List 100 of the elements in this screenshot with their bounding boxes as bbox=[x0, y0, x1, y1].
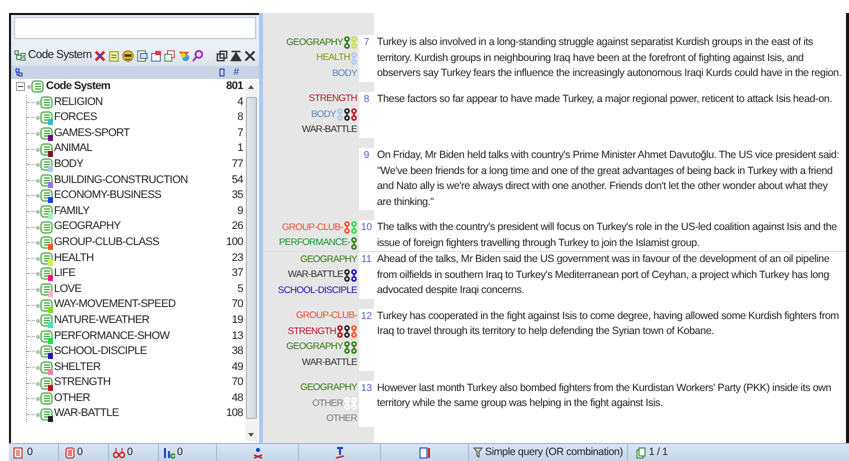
coding-marker[interactable] bbox=[344, 268, 350, 282]
filter-icon[interactable] bbox=[334, 446, 346, 458]
tree-item[interactable]: LOVE 5 bbox=[27, 282, 259, 298]
document-icon[interactable] bbox=[136, 50, 148, 62]
scrollbar[interactable] bbox=[245, 81, 258, 441]
panel-title: Code System bbox=[28, 48, 92, 64]
tree-item[interactable]: FAMILY 9 bbox=[27, 204, 259, 220]
coding-marker[interactable] bbox=[351, 340, 357, 354]
code-icon bbox=[35, 266, 53, 282]
code-label[interactable]: STRENGTH bbox=[308, 92, 357, 106]
code-icon[interactable] bbox=[63, 446, 75, 458]
coding-marker[interactable] bbox=[344, 397, 350, 410]
code-icon bbox=[35, 126, 53, 142]
tree-item[interactable]: HEALTH 23 bbox=[27, 250, 259, 266]
sort-icon[interactable] bbox=[15, 68, 23, 77]
note-icon[interactable] bbox=[108, 50, 120, 62]
tree-item[interactable]: ECONOMY-BUSINESS 35 bbox=[27, 188, 259, 204]
code-label[interactable]: WAR-BATTLE bbox=[288, 268, 343, 282]
code-icon bbox=[35, 220, 53, 235]
tree-item[interactable]: GEOGRAPHY 26 bbox=[27, 219, 259, 235]
coding-marker[interactable] bbox=[344, 36, 350, 50]
tree-item[interactable]: LIFE 37 bbox=[27, 266, 259, 282]
code-label[interactable]: STRENGTH bbox=[288, 324, 336, 339]
tree-item[interactable]: SHELTER 49 bbox=[27, 360, 259, 376]
undock-icon[interactable] bbox=[216, 50, 228, 62]
stack-icon[interactable] bbox=[164, 50, 176, 62]
pages-icon bbox=[636, 446, 646, 458]
tree-item[interactable]: GROUP-CLUB-CLASS 100 bbox=[27, 234, 259, 251]
paragraph-number: 10 bbox=[359, 220, 374, 251]
document-icon[interactable] bbox=[13, 446, 25, 458]
code-label[interactable]: GEOGRAPHY bbox=[300, 381, 357, 396]
coding-marker[interactable] bbox=[337, 325, 343, 338]
coding-marker[interactable] bbox=[351, 221, 357, 234]
coding-marker[interactable] bbox=[351, 397, 357, 410]
code-icon bbox=[35, 282, 53, 298]
paragraph-number: 7 bbox=[359, 35, 374, 82]
code-icon bbox=[26, 79, 44, 94]
tree-item[interactable]: GAMES-SPORT 7 bbox=[27, 126, 259, 142]
tree-item[interactable]: NATURE-WEATHER 19 bbox=[27, 312, 259, 328]
tree-item[interactable]: BUILDING-CONSTRUCTION 54 bbox=[27, 172, 259, 188]
coding-icon[interactable] bbox=[113, 446, 125, 458]
paragraph-text: Turkey has cooperated in the fight against Isis to come degree, having allowed some Kurdish fighters from Iraq to travel through its territory to help defending the Syrian town of Kobane. bbox=[376, 308, 840, 339]
paragraph-text: However last month Turkey also bombed fighters from the Kurdistan Workers' Party (PKK) inside its own territory while the same group was helping in the fight against Isis. bbox=[376, 380, 832, 411]
code-icon bbox=[35, 250, 53, 266]
search-field[interactable] bbox=[14, 17, 256, 39]
collapse-icon[interactable] bbox=[16, 82, 25, 92]
tree-item[interactable]: BODY 77 bbox=[27, 156, 259, 173]
coding-marker[interactable] bbox=[351, 52, 357, 65]
paragraph-text: Ahead of the talks, Mr Biden said the US government was in favour of the development of an oil pipeline from oilfields in southern Iraq to Turkey's Mediterranean port of Ceyhan, a project which Turkey has long advocated despite Iraqi concerns. bbox=[376, 252, 830, 298]
person-icon[interactable] bbox=[252, 446, 264, 458]
coding-marker[interactable] bbox=[344, 221, 350, 234]
cross-icon[interactable] bbox=[94, 50, 106, 62]
coding-marker[interactable] bbox=[351, 108, 357, 122]
column-icon bbox=[219, 68, 226, 77]
funnel-icon bbox=[473, 447, 483, 458]
code-icon bbox=[35, 376, 53, 391]
collapse-panel-icon[interactable] bbox=[230, 50, 242, 62]
tree-item[interactable]: OTHER 48 bbox=[27, 390, 259, 406]
window-icon[interactable] bbox=[150, 50, 162, 62]
code-icon bbox=[35, 157, 53, 172]
coding-marker[interactable] bbox=[351, 236, 357, 250]
smiley-icon[interactable] bbox=[122, 50, 134, 62]
paragraph-number: 13 bbox=[359, 380, 374, 427]
coding-marker[interactable] bbox=[344, 340, 350, 354]
code-label[interactable]: SCHOOL-DISCIPLE bbox=[278, 284, 357, 298]
code-icon bbox=[35, 313, 53, 328]
paragraph-text: The talks with the country's president will focus on Turkey's role in the US-led coalition against Isis and the issue of foreign fighters travelling through Turkey to join the Islamist group. bbox=[376, 220, 838, 250]
paragraph-text: Turkey is also involved in a long-standing struggle against separatist Kurdish groups in the east of its territory. Kurdish groups in neighbouring Iraq have been at the forefront of fighting against Isis, and observers say Turkey fears the influence the increasingly autonomous Iraqi Kurds could have in the region. bbox=[376, 35, 842, 81]
tree-item[interactable]: FORCES 8 bbox=[27, 110, 259, 126]
query-text: Simple query (OR combination) bbox=[485, 444, 623, 460]
tree-item[interactable]: SCHOOL-DISCIPLE 38 bbox=[27, 344, 259, 360]
tree-item[interactable]: PERFORMANCE-SHOW 13 bbox=[27, 328, 259, 344]
column-title: # bbox=[233, 66, 239, 80]
tree-item[interactable]: RELIGION 4 bbox=[27, 94, 259, 110]
search-icon[interactable] bbox=[192, 50, 204, 62]
tree-item[interactable]: Code System 801 bbox=[11, 79, 259, 95]
count-text: 0 bbox=[177, 444, 183, 460]
code-icon bbox=[35, 204, 53, 220]
coding-marker[interactable] bbox=[351, 268, 357, 282]
code-label[interactable]: GEOGRAPHY bbox=[300, 252, 357, 267]
tree-icon bbox=[14, 50, 26, 62]
coding-marker[interactable] bbox=[344, 108, 350, 122]
coding-marker[interactable] bbox=[351, 36, 357, 50]
tree-item[interactable]: ANIMAL 1 bbox=[27, 141, 259, 157]
close-icon[interactable] bbox=[244, 50, 256, 62]
code-icon bbox=[35, 235, 53, 250]
coding-marker[interactable] bbox=[351, 325, 357, 338]
code-label[interactable]: GEOGRAPHY bbox=[286, 36, 343, 50]
coding-marker[interactable] bbox=[337, 108, 343, 122]
chart-icon[interactable] bbox=[163, 446, 175, 458]
tree-item[interactable]: STRENGTH 70 bbox=[27, 375, 259, 391]
code-label[interactable]: GEOGRAPHY bbox=[286, 340, 343, 354]
code-label[interactable]: WAR-BATTLE bbox=[302, 123, 357, 138]
code-label[interactable]: WAR-BATTLE bbox=[302, 356, 357, 370]
code-icon bbox=[35, 328, 53, 344]
tree-item[interactable]: WAY-MOVEMENT-SPEED 70 bbox=[27, 297, 259, 313]
coding-marker[interactable] bbox=[344, 325, 350, 338]
page-icon[interactable] bbox=[418, 446, 430, 458]
funnel-icon[interactable] bbox=[178, 50, 190, 62]
tree-item[interactable]: WAR-BATTLE 108 bbox=[27, 406, 259, 422]
